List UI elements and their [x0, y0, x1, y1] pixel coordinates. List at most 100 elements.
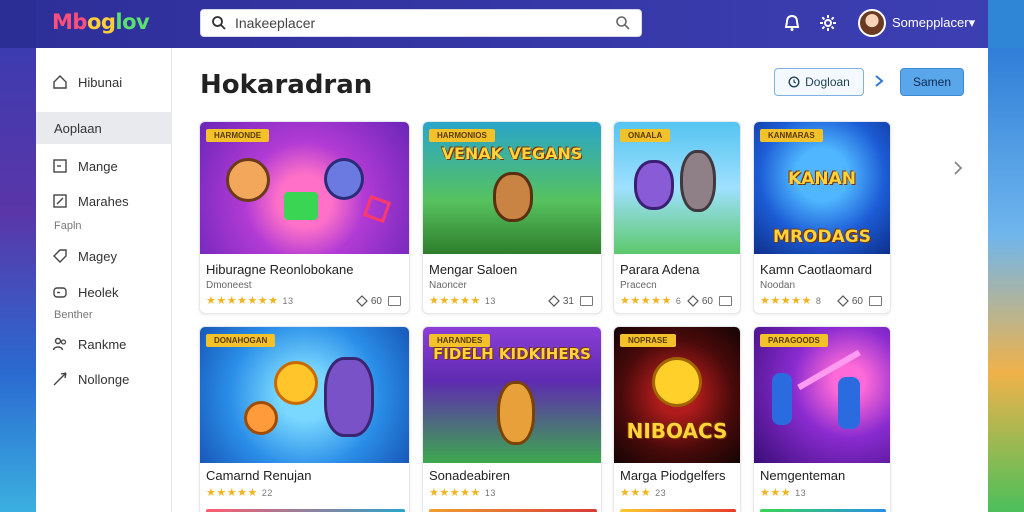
character-art	[652, 357, 702, 407]
game-card[interactable]: PARAGOODS Nemgenteman ★★★ 13	[753, 326, 891, 512]
card-meta: 60	[687, 295, 732, 307]
carousel-next-icon[interactable]	[952, 160, 964, 176]
rating-stars: ★★★★★ 13	[429, 487, 496, 499]
character-art	[634, 160, 674, 210]
rating-stars: ★★★★★ 6	[620, 295, 682, 307]
thumbnail-title: NIBOACS	[626, 419, 728, 443]
game-card[interactable]: DONAHOGAN Camarnd Renujan ★★★★★ 22	[199, 326, 410, 512]
primary-button[interactable]: Samen	[900, 68, 964, 96]
cube-art	[284, 192, 318, 220]
game-card[interactable]: HARMONDE Hiburagne Reonlobokane Dmoneest…	[199, 121, 410, 314]
rating-stars: ★★★★★ 13	[429, 295, 496, 307]
search-icon	[212, 16, 226, 30]
card-title: Nemgenteman	[760, 468, 846, 483]
character-art	[680, 150, 716, 212]
sidebar-item-manage[interactable]: Mange	[36, 150, 172, 182]
diamond-icon	[548, 295, 560, 307]
diamond-icon	[356, 295, 368, 307]
card-ribbon: ONAALA	[620, 129, 671, 142]
background-art-left	[0, 48, 36, 512]
app-logo[interactable]: Mboglov	[52, 10, 150, 34]
character-art	[493, 172, 533, 222]
card-subtitle: Naoncer	[429, 280, 467, 291]
game-card[interactable]: ONAALA Parara Adena Pracecn ★★★★★ 6 60	[613, 121, 741, 314]
search-submit-icon[interactable]	[615, 15, 631, 31]
rating-stars: ★★★ 23	[620, 487, 667, 499]
card-subtitle: Pracecn	[620, 280, 657, 291]
card-meta: 60	[837, 295, 882, 307]
game-thumbnail: HARMONDE	[200, 122, 409, 254]
top-navbar: Mboglov Somepplacer▾	[36, 0, 988, 48]
thumbnail-title: VENAK VEGANS	[441, 144, 583, 163]
character-art	[497, 381, 535, 445]
user-menu[interactable]: Somepplacer▾	[892, 15, 975, 31]
card-meta: 60	[356, 295, 401, 307]
sidebar-item-home[interactable]: Hibunai	[36, 66, 172, 98]
shape-art	[362, 194, 392, 224]
card-title: Marga Piodgelfers	[620, 468, 726, 483]
sidebar-category: Fapln	[54, 220, 82, 232]
background-art-right	[988, 48, 1024, 512]
game-thumbnail: DONAHOGAN	[200, 327, 409, 463]
game-thumbnail: HARMONIOS VENAK VEGANS	[423, 122, 601, 254]
sidebar: Hibunai Aoplaan Mange Marahes Fapln Mage…	[36, 48, 172, 512]
character-art	[838, 377, 860, 429]
chevron-right-icon[interactable]	[872, 74, 886, 88]
users-icon	[52, 337, 67, 351]
download-button[interactable]: Dogloan	[774, 68, 864, 96]
card-ribbon: PARAGOODS	[760, 334, 828, 347]
game-thumbnail: KANMARAS KANAN MRODAGS	[754, 122, 890, 254]
sidebar-item-edit[interactable]: Marahes	[36, 185, 172, 217]
game-thumbnail: ONAALA	[614, 122, 740, 254]
sidebar-item-nollonge[interactable]: Nollonge	[36, 363, 172, 395]
game-card[interactable]: HARANDES FIDELH KIDKIHERS Sonadeabiren ★…	[422, 326, 602, 512]
home-icon	[53, 75, 67, 89]
edge-decoration-right	[988, 0, 1024, 48]
controller-icon	[53, 287, 67, 298]
edit-icon	[53, 194, 67, 208]
emoji-art	[274, 361, 318, 405]
square-icon	[53, 159, 67, 173]
search-bar	[200, 9, 642, 37]
sidebar-item-rankme[interactable]: Rankme	[36, 328, 172, 360]
screen-icon	[869, 296, 882, 306]
character-art	[226, 158, 270, 202]
character-art	[772, 373, 792, 425]
sidebar-item-heolek[interactable]: Heolek	[36, 276, 172, 308]
card-ribbon: HARMONDE	[206, 129, 270, 142]
card-ribbon: NOPRASE	[620, 334, 676, 347]
game-thumbnail: HARANDES FIDELH KIDKIHERS	[423, 327, 601, 463]
screen-icon	[388, 296, 401, 306]
avatar[interactable]	[858, 9, 886, 37]
character-art	[324, 158, 364, 200]
card-title: Hiburagne Reonlobokane	[206, 262, 354, 277]
card-title: Camarnd Renujan	[206, 468, 312, 483]
card-title: Sonadeabiren	[429, 468, 510, 483]
game-card[interactable]: HARMONIOS VENAK VEGANS Mengar Saloen Nao…	[422, 121, 602, 314]
card-ribbon: KANMARAS	[760, 129, 823, 142]
clock-icon	[788, 76, 800, 88]
card-meta: 31	[548, 295, 593, 307]
tag-icon	[53, 249, 67, 263]
game-thumbnail: PARAGOODS	[754, 327, 890, 463]
card-subtitle: Noodan	[760, 280, 796, 291]
screen-icon	[580, 296, 593, 306]
rating-stars: ★★★★★ 22	[206, 487, 273, 499]
game-thumbnail: NOPRASE NIBOACS	[614, 327, 740, 463]
sidebar-category: Benther	[54, 309, 93, 321]
main-content: Hokaradran Dogloan Samen HARMONDE Hibura…	[172, 48, 988, 512]
sidebar-item-magey[interactable]: Magey	[36, 240, 172, 272]
edge-decoration-left	[0, 0, 36, 48]
rating-stars: ★★★★★★★ 13	[206, 295, 294, 307]
card-subtitle: Dmoneest	[206, 280, 252, 291]
card-title: Kamn Caotlaomard	[760, 262, 872, 277]
notification-icon[interactable]	[782, 13, 802, 33]
game-card[interactable]: NOPRASE NIBOACS Marga Piodgelfers ★★★ 23	[613, 326, 741, 512]
thumbnail-title: KANAN MRODAGS	[773, 169, 871, 247]
diamond-icon	[837, 295, 849, 307]
card-ribbon: DONAHOGAN	[206, 334, 276, 347]
sidebar-item-active[interactable]: Aoplaan	[36, 112, 172, 144]
game-card[interactable]: KANMARAS KANAN MRODAGS Kamn Caotlaomard …	[753, 121, 891, 314]
settings-gear-icon[interactable]	[818, 13, 838, 33]
search-input[interactable]	[235, 15, 607, 31]
